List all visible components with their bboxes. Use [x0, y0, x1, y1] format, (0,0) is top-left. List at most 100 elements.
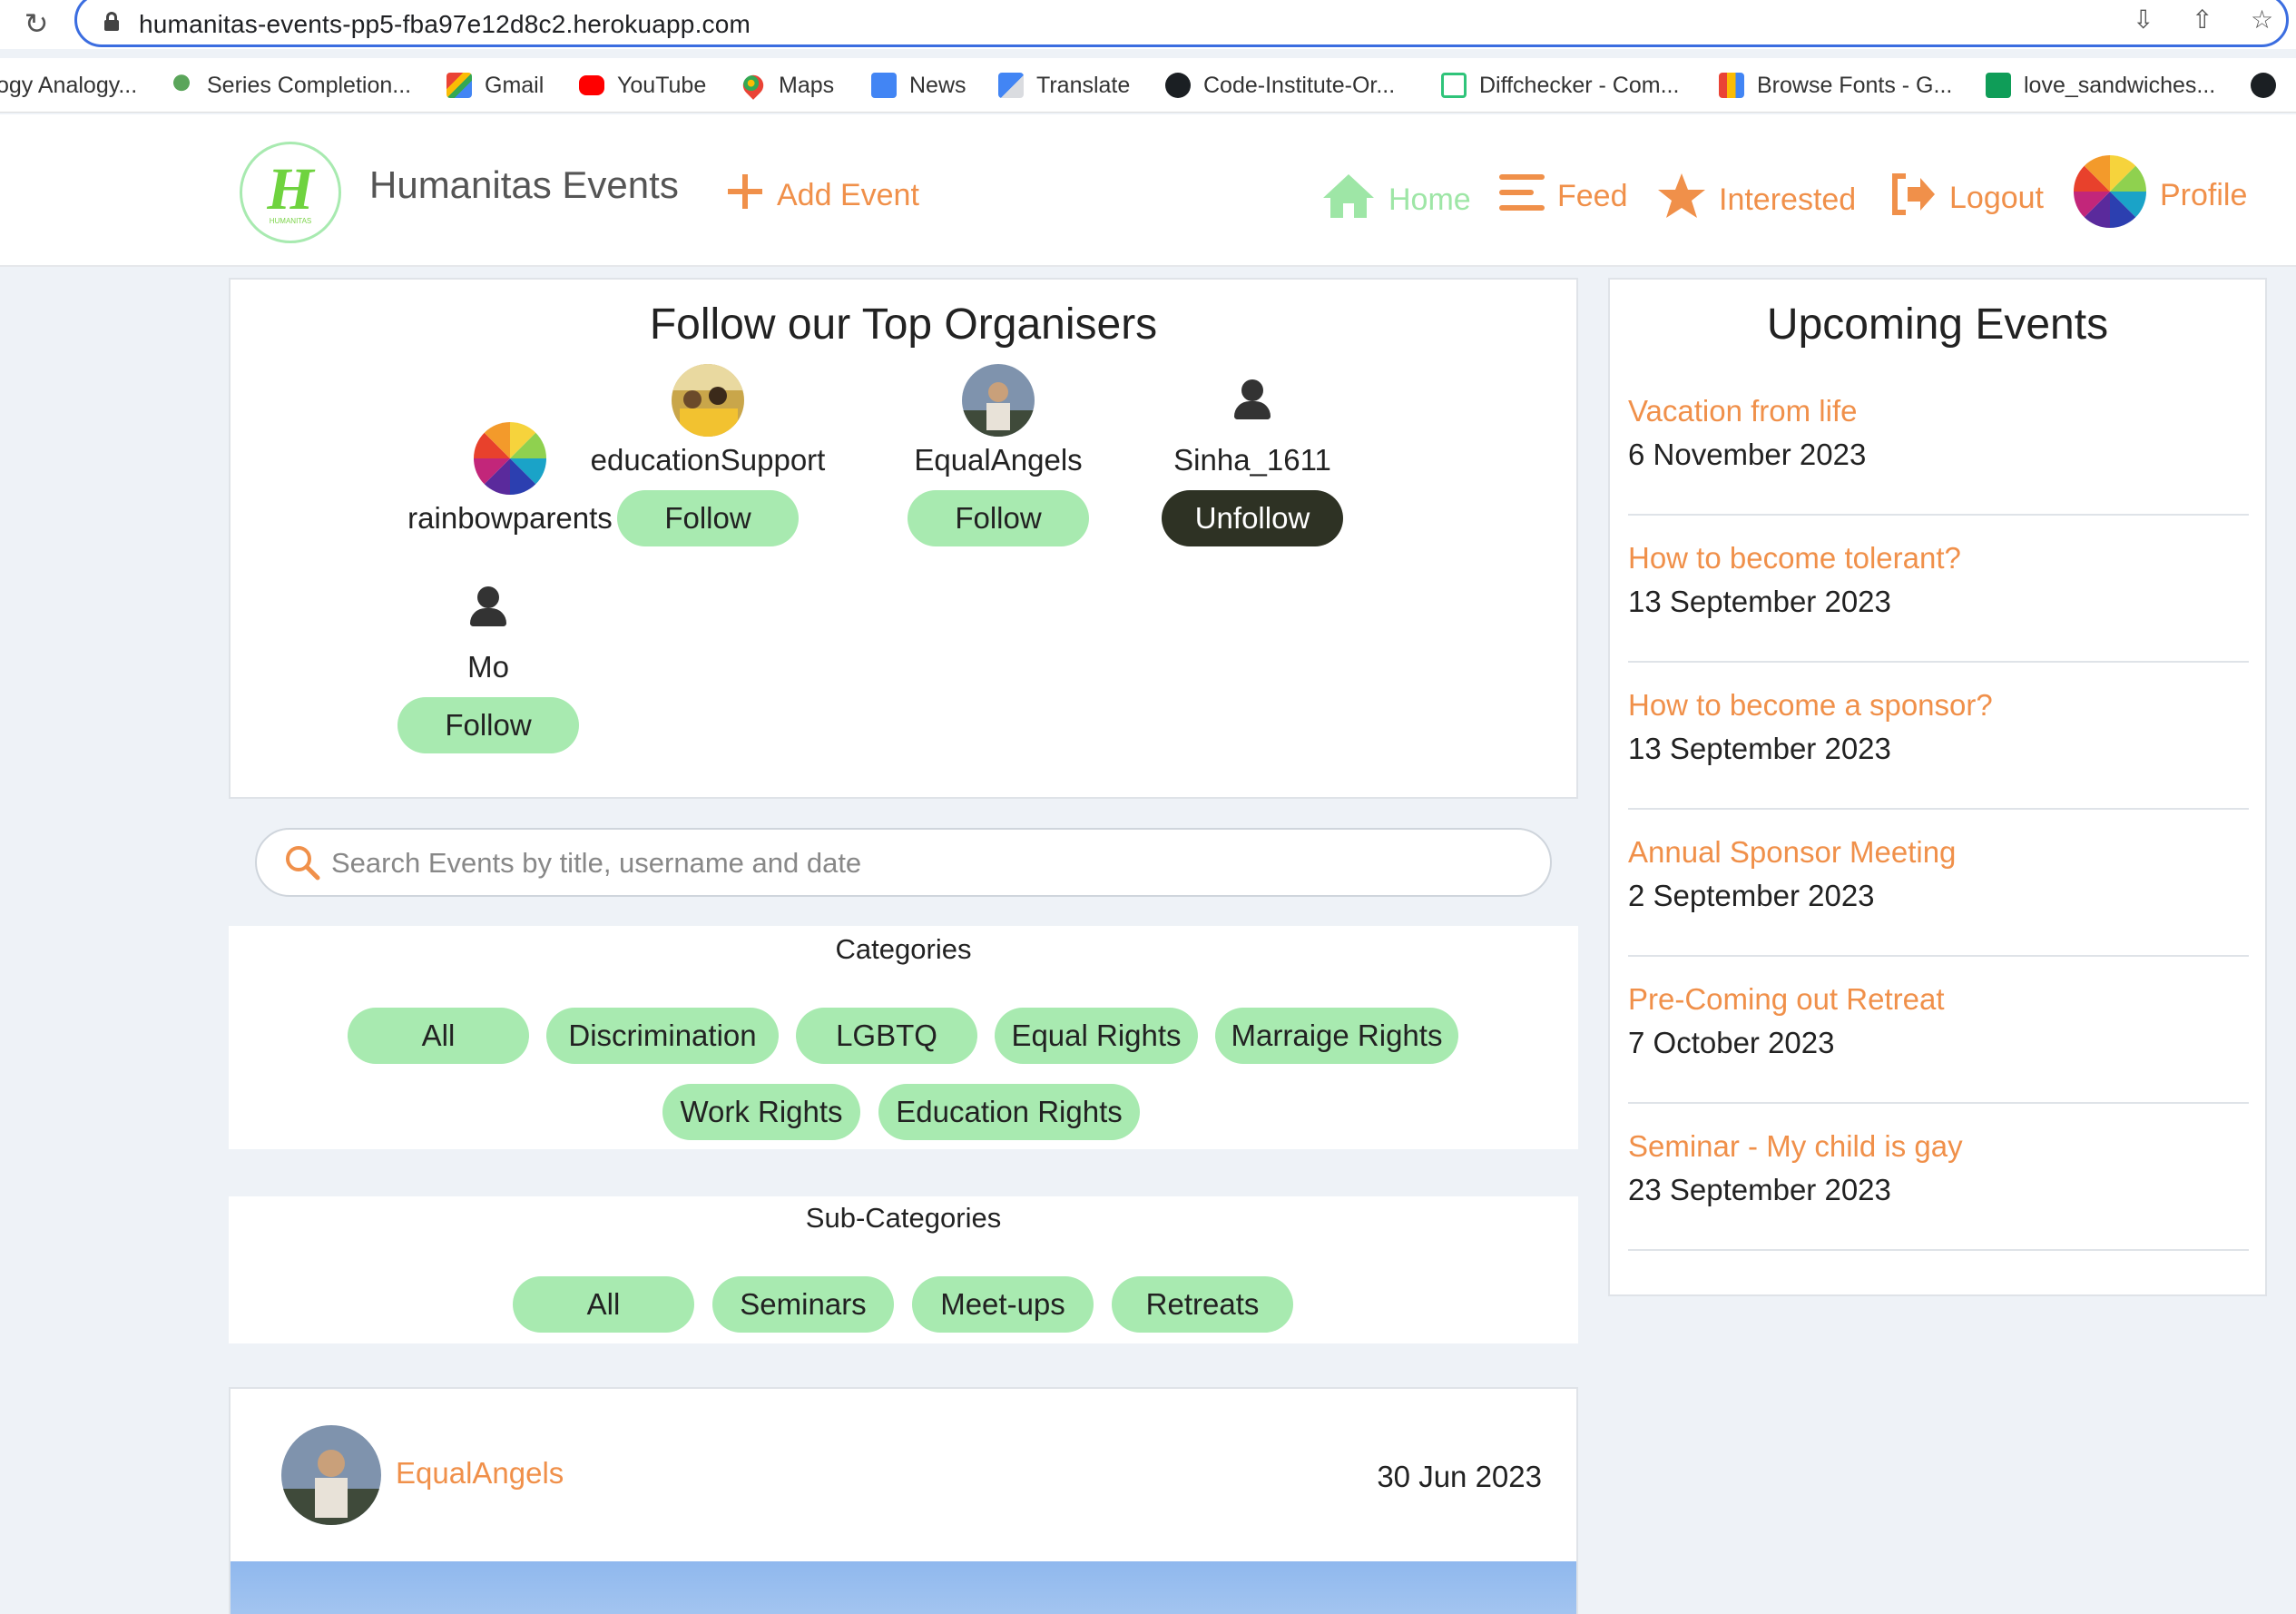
upcoming-event-date: 7 October 2023	[1628, 1026, 1835, 1059]
organiser-mo: Mo Follow	[370, 586, 606, 753]
humanitas-logo[interactable]: H HUMANITAS	[240, 142, 341, 243]
subcategory-chip[interactable]: Seminars	[712, 1276, 894, 1333]
interested-link[interactable]: Interested	[1657, 172, 1856, 228]
post-date: 30 Jun 2023	[1377, 1460, 1542, 1493]
follow-button[interactable]: Follow	[617, 490, 799, 546]
umbrella-icon	[169, 73, 194, 98]
category-chip[interactable]: LGBTQ	[796, 1008, 977, 1064]
upcoming-event-date: 23 September 2023	[1628, 1173, 1891, 1206]
categories-panel: Categories All Discrimination LGBTQ Equa…	[229, 926, 1578, 1149]
category-chip[interactable]: Education Rights	[878, 1084, 1140, 1140]
add-event-link[interactable]: Add Event	[726, 172, 919, 219]
search-icon	[284, 844, 320, 881]
organisers-title: Follow our Top Organisers	[649, 300, 1158, 349]
bookmark-item[interactable]: YouTube	[579, 69, 706, 102]
reload-icon[interactable]: ↻	[20, 7, 53, 40]
upcoming-event-title[interactable]: How to become tolerant?	[1628, 541, 1961, 576]
categories-title: Categories	[835, 933, 972, 965]
organiser-educationsupport: educationSupport Follow	[590, 363, 826, 546]
upcoming-event-title[interactable]: Seminar - My child is gay	[1628, 1129, 1963, 1164]
brand-name[interactable]: Humanitas Events	[369, 163, 679, 207]
translate-icon	[998, 73, 1024, 98]
upcoming-event-title[interactable]: How to become a sponsor?	[1628, 688, 1993, 723]
category-chip[interactable]: Marraige Rights	[1215, 1008, 1458, 1064]
profile-link[interactable]: Profile	[2073, 154, 2247, 237]
bookmark-item[interactable]: Series Completion...	[169, 69, 411, 102]
top-organisers-card: Follow our Top Organisers rainbowparents	[229, 278, 1578, 799]
github-icon	[1165, 73, 1191, 98]
feed-link[interactable]: Feed	[1499, 172, 1628, 221]
upcoming-event-item: How to become tolerant? 13 September 202…	[1628, 516, 2249, 663]
event-image[interactable]	[231, 1561, 1576, 1614]
bookmark-item[interactable]: love_sandwiches...	[1986, 69, 2215, 102]
user-placeholder-icon[interactable]	[468, 586, 508, 630]
news-icon	[871, 73, 897, 98]
upcoming-event-item: Seminar - My child is gay 23 September 2…	[1628, 1104, 2249, 1251]
home-icon	[1321, 172, 1376, 228]
subcategory-chip[interactable]: Retreats	[1112, 1276, 1293, 1333]
organiser-name[interactable]: Mo	[370, 650, 606, 684]
category-chip[interactable]: Equal Rights	[995, 1008, 1198, 1064]
event-post-card: EqualAngels 30 Jun 2023	[229, 1387, 1578, 1614]
subcategories-panel: Sub-Categories All Seminars Meet-ups Ret…	[229, 1196, 1578, 1343]
follow-button[interactable]: Follow	[397, 697, 579, 753]
bookmark-item[interactable]: Gmail	[446, 69, 544, 102]
subcategories-title: Sub-Categories	[805, 1202, 1002, 1234]
upcoming-event-title[interactable]: Vacation from life	[1628, 394, 1858, 428]
bookmark-item[interactable]: News	[871, 69, 966, 102]
post-author-avatar[interactable]	[281, 1425, 381, 1525]
install-icon[interactable]: ⇩	[2133, 5, 2154, 34]
bookmark-item[interactable]: Maps	[739, 69, 834, 102]
lock-icon[interactable]	[104, 12, 119, 31]
bookmark-item[interactable]: Translate	[998, 69, 1130, 102]
post-author-name[interactable]: EqualAngels	[396, 1456, 564, 1491]
subcategory-chip[interactable]: All	[513, 1276, 694, 1333]
category-chip[interactable]: Work Rights	[662, 1084, 860, 1140]
feed-icon	[1499, 172, 1545, 221]
organiser-name[interactable]: EqualAngels	[880, 443, 1116, 477]
star-icon	[1657, 172, 1706, 228]
address-bar[interactable]: humanitas-events-pp5-fba97e12d8c2.heroku…	[74, 0, 2289, 47]
bookmark-star-icon[interactable]: ☆	[2251, 5, 2273, 34]
browser-toolbar: ↻ humanitas-events-pp5-fba97e12d8c2.hero…	[0, 0, 2296, 49]
category-chip[interactable]: Discrimination	[546, 1008, 779, 1064]
upcoming-event-item: Annual Sponsor Meeting 2 September 2023	[1628, 810, 2249, 957]
logout-link[interactable]: Logout	[1889, 172, 2044, 224]
organiser-name[interactable]: Sinha_1611	[1134, 443, 1370, 477]
organiser-equalangels: EqualAngels Follow	[880, 363, 1116, 546]
url-text[interactable]: humanitas-events-pp5-fba97e12d8c2.heroku…	[139, 10, 751, 39]
github-icon	[2251, 73, 2276, 98]
diffchecker-icon	[1441, 73, 1467, 98]
upcoming-events-card: Upcoming Events Vacation from life 6 Nov…	[1608, 278, 2267, 1296]
profile-avatar	[2073, 154, 2147, 237]
subcategory-chip[interactable]: Meet-ups	[912, 1276, 1094, 1333]
bookmarks-bar: ogy Analogy... Series Completion... Gmai…	[0, 58, 2296, 113]
upcoming-event-title[interactable]: Annual Sponsor Meeting	[1628, 835, 1956, 870]
follow-button[interactable]: Follow	[908, 490, 1089, 546]
upcoming-event-item: Pre-Coming out Retreat 7 October 2023	[1628, 957, 2249, 1104]
bookmark-item[interactable]: Browse Fonts - G...	[1719, 69, 1952, 102]
organiser-avatar[interactable]	[590, 363, 826, 438]
gmail-icon	[446, 73, 472, 98]
upcoming-event-date: 13 September 2023	[1628, 732, 1891, 765]
bookmark-item[interactable]: ogy Analogy...	[0, 69, 137, 102]
share-icon[interactable]: ⇧	[2192, 5, 2213, 34]
logout-icon	[1889, 172, 1937, 224]
home-link[interactable]: Home	[1321, 172, 1471, 228]
unfollow-button[interactable]: Unfollow	[1162, 490, 1343, 546]
category-chip[interactable]: All	[348, 1008, 529, 1064]
sheets-icon	[1986, 73, 2011, 98]
search-bar	[255, 828, 1552, 897]
upcoming-events-title: Upcoming Events	[1766, 300, 2109, 349]
upcoming-event-date: 2 September 2023	[1628, 879, 1875, 912]
user-placeholder-icon[interactable]	[1232, 379, 1272, 423]
bookmark-item[interactable]: Code-Institute-Or...	[1165, 69, 1395, 102]
bookmark-item[interactable]: Diffchecker - Com...	[1441, 69, 1679, 102]
upcoming-event-title[interactable]: Pre-Coming out Retreat	[1628, 982, 1944, 1017]
organiser-avatar[interactable]	[880, 363, 1116, 438]
upcoming-event-date: 6 November 2023	[1628, 438, 1867, 471]
app-navbar: H HUMANITAS Humanitas Events Add Event H…	[0, 114, 2296, 267]
organiser-name[interactable]: educationSupport	[590, 443, 826, 477]
bookmark-item[interactable]	[2251, 69, 2289, 102]
search-input[interactable]	[331, 839, 1529, 888]
